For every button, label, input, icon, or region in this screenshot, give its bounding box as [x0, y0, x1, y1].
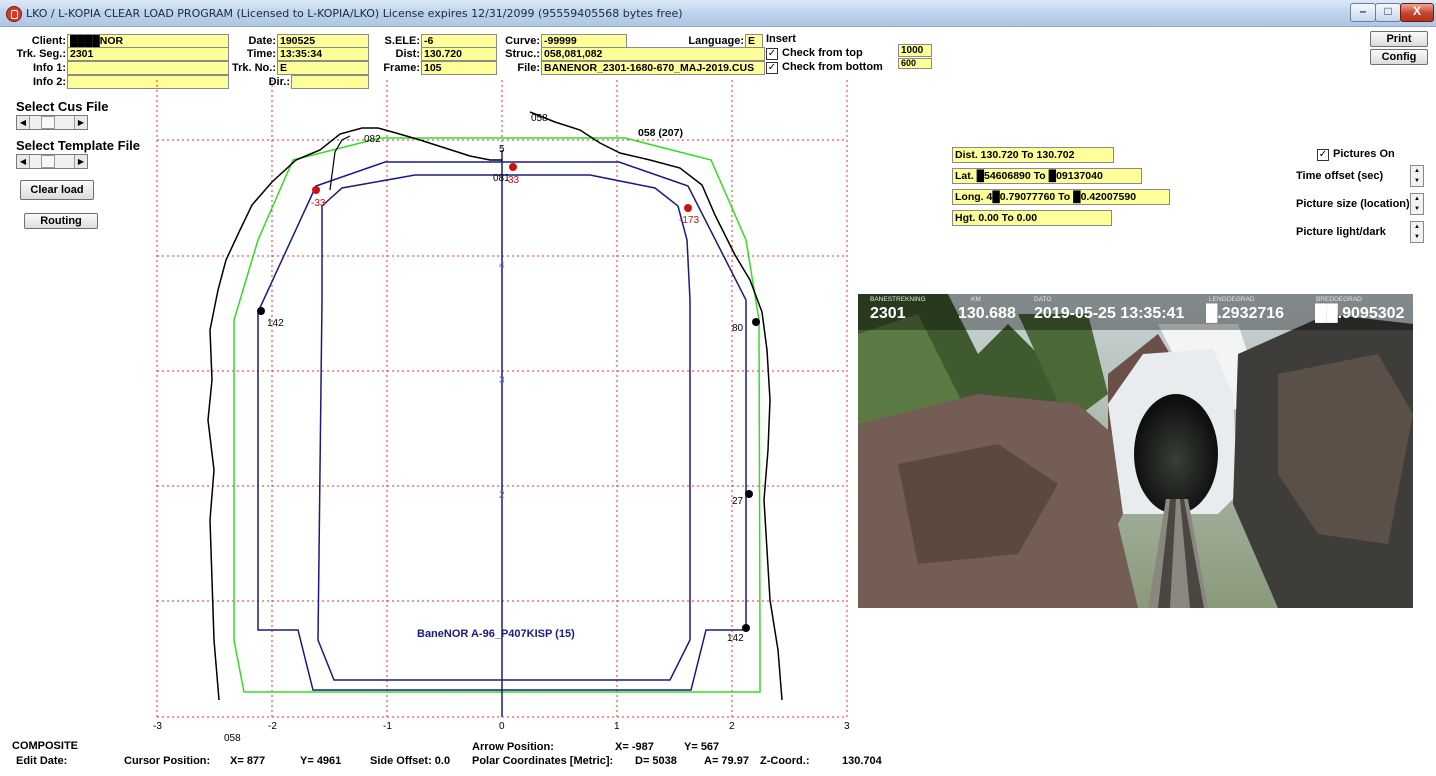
- camera-photo[interactable]: BANESTREKNING 2301 KM 130.688 DATO 2019-…: [858, 294, 1413, 608]
- x-tick: 0: [499, 721, 505, 732]
- pictures-on-label: Pictures On: [1333, 148, 1395, 160]
- composite-label: COMPOSITE: [12, 740, 79, 752]
- time-offset-label: Time offset (sec): [1296, 170, 1384, 182]
- y-tick: 3: [499, 375, 505, 386]
- arrow-position-label: Arrow Position:: [472, 741, 554, 753]
- z-coord-label: Z-Coord.:: [760, 755, 810, 767]
- picture-light-spinner[interactable]: ▲ ▼: [1410, 221, 1424, 243]
- time-offset-spinner[interactable]: ▲ ▼: [1410, 165, 1424, 187]
- polar-a: A= 79.97: [704, 755, 749, 767]
- tunnel-photo-image: [858, 294, 1413, 608]
- x-tick: 3: [844, 721, 850, 732]
- y-tick: 4: [499, 260, 505, 271]
- lat-range: Lat. █54606890 To █09137040: [952, 168, 1142, 184]
- edit-date-label: Edit Date:: [16, 755, 68, 767]
- point-label: 80: [732, 323, 744, 334]
- measure-point: [742, 624, 750, 632]
- point-label: 142: [727, 633, 744, 644]
- picture-size-label: Picture size (location): [1296, 198, 1410, 210]
- point-label: 33: [508, 175, 520, 186]
- tunnel-profile-left: [207, 127, 502, 701]
- cursor-position-label: Cursor Position:: [124, 755, 211, 767]
- clearance-point: [312, 186, 320, 194]
- x-tick: -3: [153, 721, 162, 732]
- banestrekning-label: BANESTREKNING: [870, 296, 926, 303]
- point-label: 058: [224, 733, 241, 744]
- breddegrad-value: ██.9095302: [1315, 305, 1405, 322]
- y-tick: 5: [499, 144, 505, 155]
- x-tick: -2: [268, 721, 277, 732]
- template-inner: [317, 174, 691, 681]
- cursor-y: Y= 4961: [300, 755, 342, 767]
- point-label: 27: [732, 496, 744, 507]
- km-label: KM: [971, 296, 981, 303]
- lengdegrad-value: █.2932716: [1206, 305, 1285, 322]
- polar-label: Polar Coordinates [Metric]:: [472, 755, 614, 767]
- point-label: 058: [531, 113, 548, 124]
- lengdegrad-label: LENGDEGRAD: [1209, 296, 1255, 303]
- x-tick: 2: [729, 721, 735, 732]
- breddegrad-label: BREDDEGRAD: [1316, 296, 1362, 303]
- measure-point: [257, 307, 265, 315]
- clearance-point: [509, 163, 517, 171]
- long-range: Long. 4█0.79077760 To █0.42007590: [952, 189, 1170, 205]
- km-value: 130.688: [958, 305, 1016, 322]
- point-label: 082: [364, 134, 381, 145]
- dato-value: 2019-05-25 13:35:41: [1034, 305, 1185, 322]
- picture-size-spinner[interactable]: ▲ ▼: [1410, 193, 1424, 215]
- clearance-point: [684, 204, 692, 212]
- measure-point: [745, 490, 753, 498]
- dist-range: Dist. 130.720 To 130.702: [952, 147, 1114, 163]
- hgt-range: Hgt. 0.00 To 0.00: [952, 210, 1112, 226]
- point-label: -33: [311, 198, 326, 209]
- picture-light-label: Picture light/dark: [1296, 226, 1386, 238]
- pictures-on-checkbox[interactable]: ✓: [1317, 149, 1329, 161]
- cursor-x: X= 877: [230, 755, 266, 767]
- point-label: 058 (207): [638, 127, 683, 139]
- y-tick: 2: [499, 490, 505, 501]
- polar-d: D= 5038: [635, 755, 677, 767]
- banestrekning-value: 2301: [870, 305, 906, 322]
- side-offset: Side Offset: 0.0: [370, 755, 451, 767]
- dato-label: DATO: [1034, 296, 1052, 303]
- x-tick: 1: [614, 721, 620, 732]
- arrow-y: Y= 567: [684, 741, 720, 753]
- tunnel-profile-right: [529, 111, 783, 701]
- point-label: -173: [679, 215, 699, 226]
- tunnel-profile-inner: [329, 135, 351, 191]
- x-tick: -1: [383, 721, 392, 732]
- point-label: 142: [267, 318, 284, 329]
- template-name: BaneNOR A-96_P407KISP (15): [417, 628, 575, 640]
- arrow-x: X= -987: [615, 741, 654, 753]
- measure-point: [752, 318, 760, 326]
- z-coord-value: 130.704: [842, 755, 882, 767]
